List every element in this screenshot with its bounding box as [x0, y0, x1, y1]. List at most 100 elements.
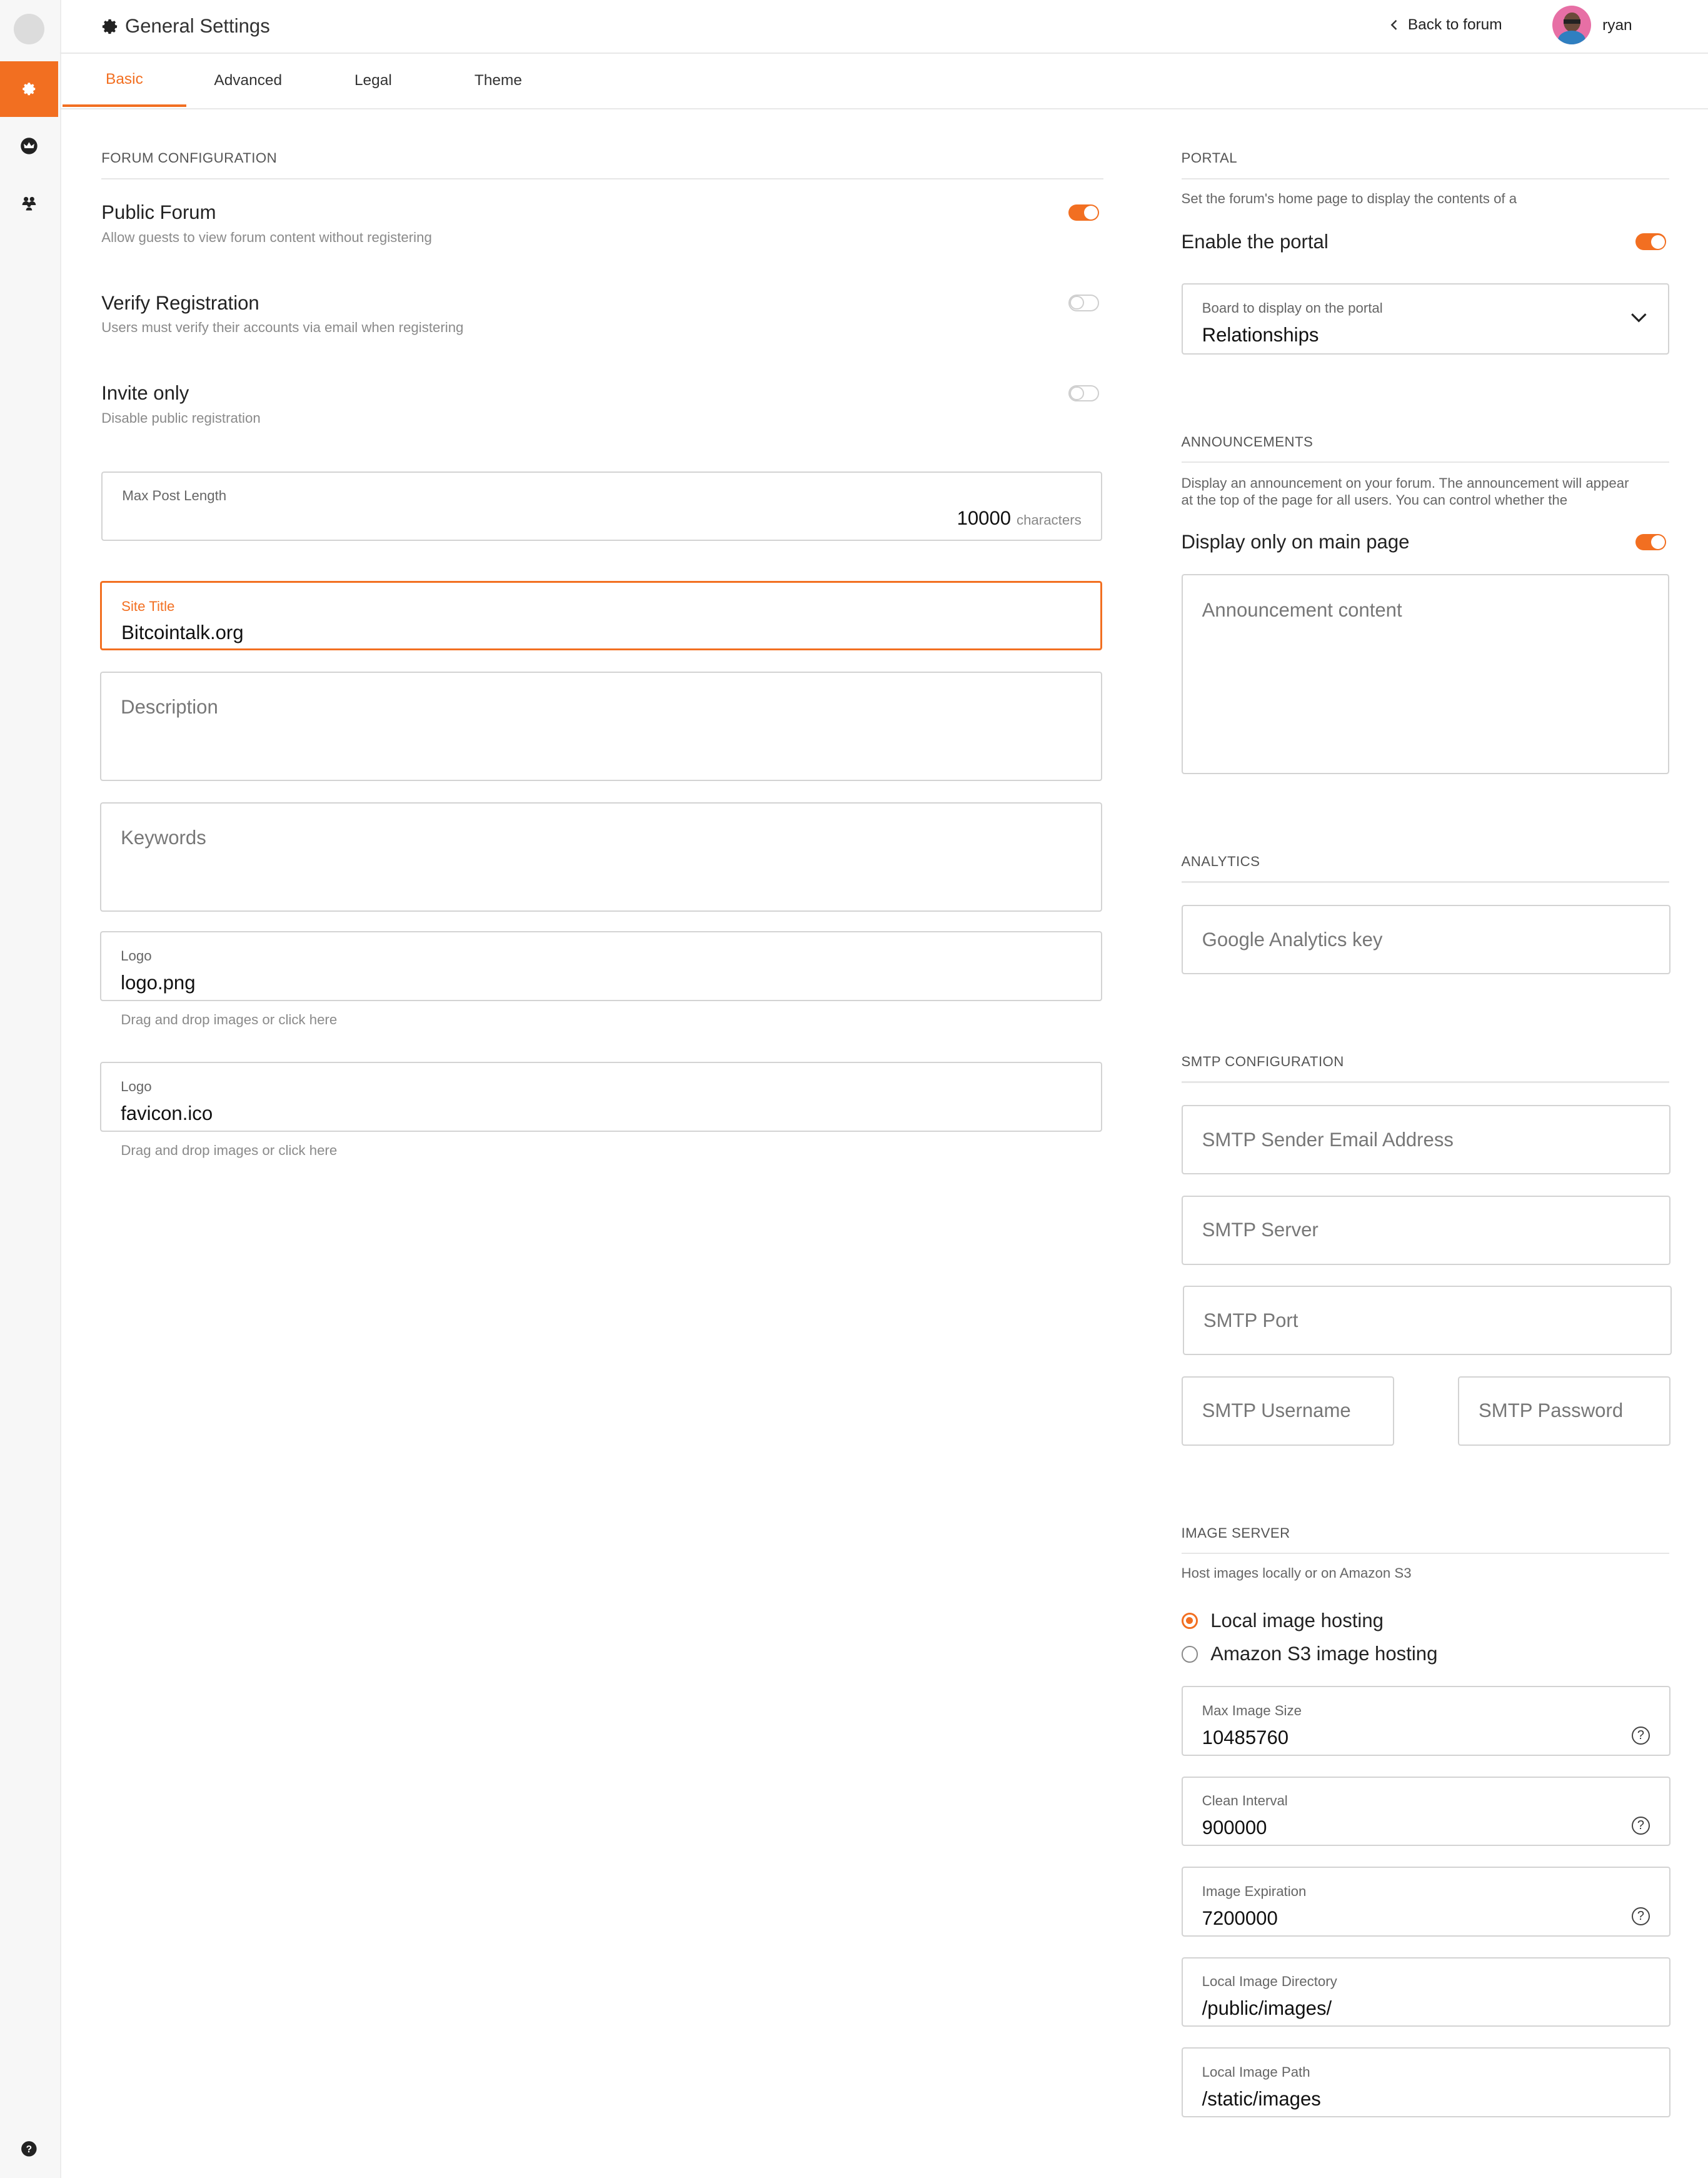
crown-icon: [21, 138, 38, 154]
svg-text:?: ?: [26, 2144, 33, 2155]
image-expiration-label: Image Expiration: [1202, 1883, 1307, 1899]
announcement-content-field[interactable]: Announcement content: [1181, 574, 1669, 775]
divider: [1181, 1081, 1669, 1083]
invite-only-toggle[interactable]: [1068, 385, 1100, 402]
clean-interval-value: 900000: [1202, 1817, 1267, 1839]
local-image-path-label: Local Image Path: [1202, 2064, 1310, 2080]
tab-basic[interactable]: Basic: [63, 54, 186, 107]
s3-hosting-option[interactable]: Amazon S3 image hosting: [1181, 1643, 1438, 1666]
sidebar-item-help[interactable]: ?: [0, 2121, 58, 2177]
image-expiration-value: 7200000: [1202, 1907, 1278, 1929]
favicon-dropzone-hint[interactable]: Drag and drop images or click here: [121, 1142, 337, 1159]
favicon-field[interactable]: Logo favicon.ico: [100, 1062, 1102, 1132]
enable-portal-label: Enable the portal: [1181, 231, 1329, 253]
main-page-only-toggle[interactable]: [1635, 533, 1667, 551]
logo-dropzone-hint[interactable]: Drag and drop images or click here: [121, 1012, 337, 1028]
smtp-server-field[interactable]: SMTP Server: [1181, 1195, 1671, 1265]
forum-config-title: FORUM CONFIGURATION: [101, 150, 278, 166]
divider: [1181, 461, 1669, 463]
divider: [1181, 1553, 1669, 1555]
avatar[interactable]: [1552, 5, 1592, 45]
smtp-sender-placeholder: SMTP Sender Email Address: [1202, 1128, 1454, 1151]
smtp-username-placeholder: SMTP Username: [1202, 1399, 1351, 1422]
keywords-field[interactable]: Keywords: [100, 802, 1102, 912]
site-title-field[interactable]: Site Title Bitcointalk.org: [100, 581, 1102, 651]
local-image-directory-field[interactable]: Local Image Directory /public/images/: [1181, 1957, 1671, 2027]
group-icon: [22, 196, 36, 211]
smtp-port-field[interactable]: SMTP Port: [1182, 1286, 1672, 1356]
smtp-password-field[interactable]: SMTP Password: [1457, 1376, 1671, 1446]
public-forum-toggle[interactable]: [1068, 204, 1100, 221]
max-post-length-field[interactable]: Max Post Length 10000 characters: [101, 471, 1102, 541]
portal-description: Set the forum's home page to display the…: [1181, 190, 1517, 206]
portal-title: PORTAL: [1181, 150, 1238, 166]
local-hosting-option[interactable]: Local image hosting: [1181, 1610, 1384, 1632]
announcements-description-1: Display an announcement on your forum. T…: [1181, 475, 1629, 492]
tab-legal[interactable]: Legal: [311, 54, 435, 107]
max-image-size-field[interactable]: Max Image Size 10485760 ?: [1181, 1686, 1671, 1756]
tab-theme[interactable]: Theme: [436, 54, 560, 107]
google-analytics-field[interactable]: Google Analytics key: [1181, 905, 1671, 975]
local-image-path-field[interactable]: Local Image Path /static/images: [1181, 2047, 1671, 2117]
portal-board-select[interactable]: Board to display on the portal Relations…: [1181, 283, 1669, 355]
app-logo[interactable]: [14, 14, 45, 45]
site-title-value: Bitcointalk.org: [121, 622, 244, 644]
sidebar-item-users[interactable]: [0, 175, 58, 231]
description-field[interactable]: Description: [100, 671, 1102, 782]
local-hosting-radio[interactable]: [1181, 1612, 1198, 1630]
verify-registration-help: Users must verify their accounts via ema…: [101, 320, 464, 336]
invite-only-help: Disable public registration: [101, 410, 261, 426]
max-image-size-label: Max Image Size: [1202, 1702, 1302, 1718]
announcement-content-placeholder: Announcement content: [1202, 598, 1402, 621]
user-name[interactable]: ryan: [1602, 17, 1632, 34]
portal-board-label: Board to display on the portal: [1202, 300, 1383, 316]
verify-registration-label: Verify Registration: [101, 291, 259, 314]
question-icon[interactable]: ?: [1632, 1726, 1650, 1745]
smtp-server-placeholder: SMTP Server: [1202, 1219, 1319, 1241]
smtp-username-field[interactable]: SMTP Username: [1181, 1376, 1394, 1446]
smtp-password-placeholder: SMTP Password: [1479, 1399, 1624, 1422]
local-image-path-value: /static/images: [1202, 2087, 1321, 2110]
main-page-only-label: Display only on main page: [1181, 531, 1410, 553]
settings-icon: [23, 83, 36, 96]
s3-hosting-label: Amazon S3 image hosting: [1210, 1643, 1438, 1665]
max-image-size-value: 10485760: [1202, 1726, 1289, 1748]
sidebar: ?: [0, 0, 61, 2178]
logo-value: logo.png: [121, 971, 196, 994]
divider: [101, 178, 1104, 179]
s3-hosting-radio[interactable]: [1181, 1646, 1198, 1663]
chevron-down-icon: [1630, 313, 1647, 323]
announcements-description-2: at the top of the page for all users. Yo…: [1181, 492, 1568, 508]
favicon-value: favicon.ico: [121, 1102, 213, 1124]
clean-interval-label: Clean Interval: [1202, 1793, 1288, 1809]
logo-field[interactable]: Logo logo.png: [100, 931, 1102, 1001]
image-server-description: Host images locally or on Amazon S3: [1181, 1565, 1412, 1581]
favicon-label: Logo: [121, 1078, 152, 1094]
sidebar-item-crown[interactable]: [0, 118, 58, 174]
description-placeholder: Description: [121, 696, 218, 718]
question-icon[interactable]: ?: [1632, 1817, 1650, 1835]
smtp-title: SMTP CONFIGURATION: [1181, 1054, 1344, 1070]
image-server-title: IMAGE SERVER: [1181, 1525, 1290, 1541]
smtp-sender-field[interactable]: SMTP Sender Email Address: [1181, 1105, 1671, 1175]
chevron-left-icon: [1390, 19, 1397, 30]
page-title: General Settings: [125, 15, 270, 38]
back-to-forum-label: Back to forum: [1407, 16, 1502, 33]
tab-advanced[interactable]: Advanced: [186, 54, 310, 107]
public-forum-label: Public Forum: [101, 201, 216, 224]
image-expiration-field[interactable]: Image Expiration 7200000 ?: [1181, 1867, 1671, 1937]
top-header: General Settings Back to forum ryan: [59, 0, 1708, 54]
divider: [1181, 178, 1669, 179]
public-forum-help: Allow guests to view forum content witho…: [101, 229, 432, 245]
question-icon[interactable]: ?: [1632, 1907, 1650, 1925]
sidebar-item-settings[interactable]: [0, 61, 59, 117]
clean-interval-field[interactable]: Clean Interval 900000 ?: [1181, 1776, 1671, 1847]
enable-portal-toggle[interactable]: [1635, 233, 1667, 251]
max-post-length-value: 10000: [957, 507, 1012, 530]
back-to-forum-link[interactable]: Back to forum: [1389, 15, 1502, 34]
max-post-length-unit: characters: [1016, 512, 1082, 528]
verify-registration-toggle[interactable]: [1068, 295, 1100, 311]
settings-tabs: Basic Advanced Legal Theme: [59, 54, 1708, 110]
portal-board-value: Relationships: [1202, 323, 1319, 346]
google-analytics-placeholder: Google Analytics key: [1202, 928, 1383, 950]
